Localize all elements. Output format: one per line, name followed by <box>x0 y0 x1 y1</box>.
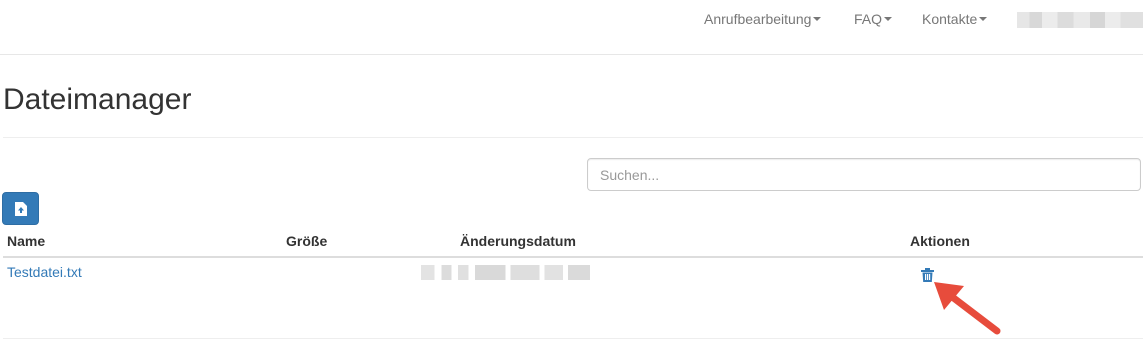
column-header-name: Name <box>7 233 46 249</box>
caret-down-icon <box>979 17 988 22</box>
user-menu-redacted[interactable] <box>1017 12 1143 28</box>
file-upload-icon <box>15 202 27 216</box>
search-input[interactable] <box>587 158 1141 191</box>
file-name-link[interactable]: Testdatei.txt <box>7 264 82 281</box>
nav-dropdown-label: Anrufbearbeitung <box>704 11 812 27</box>
modified-date-redacted <box>421 265 590 280</box>
upload-file-button[interactable] <box>2 192 39 225</box>
page-title: Dateimanager <box>3 83 192 116</box>
nav-dropdown-label: Kontakte <box>922 11 978 27</box>
table-row-divider <box>3 338 1143 339</box>
nav-dropdown-kontakte[interactable]: Kontakte <box>922 11 988 29</box>
top-navbar: Anrufbearbeitung FAQ Kontakte <box>0 0 1143 55</box>
column-header-actions: Aktionen <box>910 233 970 249</box>
caret-down-icon <box>813 17 822 22</box>
nav-dropdown-anrufbearbeitung[interactable]: Anrufbearbeitung <box>704 11 822 29</box>
caret-down-icon <box>884 17 893 22</box>
annotation-arrow-icon <box>934 282 1001 335</box>
nav-dropdown-label: FAQ <box>854 11 883 27</box>
column-header-modified-date: Änderungsdatum <box>460 233 576 249</box>
header-divider <box>3 137 1143 138</box>
table-header-divider <box>3 256 1143 258</box>
column-header-size: Größe <box>286 233 328 249</box>
nav-dropdown-faq[interactable]: FAQ <box>854 11 893 29</box>
